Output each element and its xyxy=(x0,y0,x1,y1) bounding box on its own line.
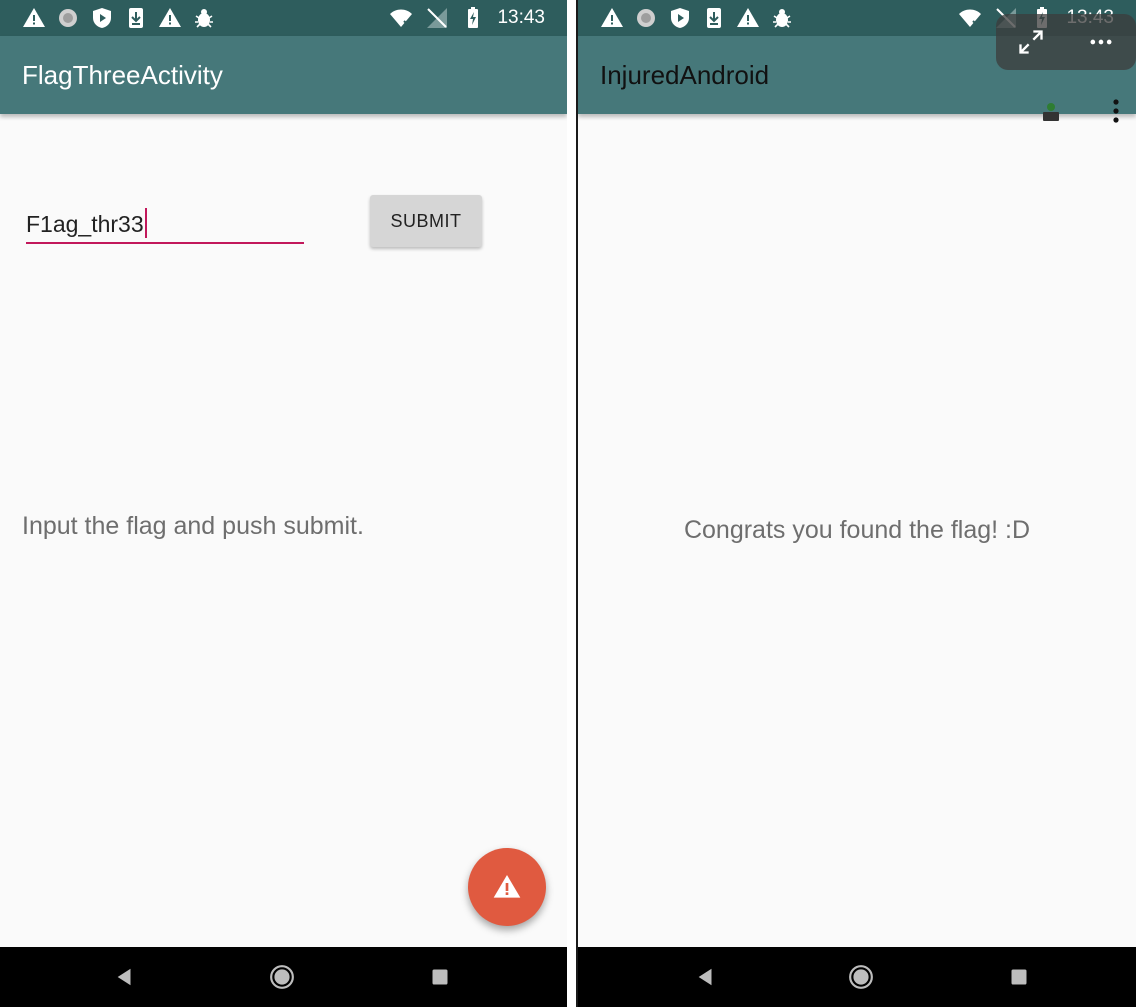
battery-charging-icon xyxy=(468,7,479,28)
download-icon xyxy=(707,8,721,28)
warning-icon xyxy=(159,8,181,27)
home-button[interactable] xyxy=(848,964,874,990)
submit-button[interactable]: SUBMIT xyxy=(370,195,482,247)
recents-button[interactable] xyxy=(427,964,453,990)
status-time: 13:43 xyxy=(497,7,545,28)
more-options-button[interactable] xyxy=(1087,28,1115,56)
fullscreen-icon xyxy=(1019,30,1043,54)
wifi-off-icon xyxy=(959,9,982,28)
back-icon xyxy=(117,968,131,986)
text-cursor xyxy=(144,208,147,238)
back-button[interactable] xyxy=(693,964,719,990)
screen-divider xyxy=(567,0,576,1007)
overflow-menu-icon[interactable] xyxy=(1112,98,1120,124)
warning-icon xyxy=(737,8,759,27)
shield-play-icon xyxy=(93,8,111,28)
sync-circle-icon xyxy=(637,9,655,27)
back-button[interactable] xyxy=(112,964,138,990)
shield-play-icon xyxy=(671,8,689,28)
right-screen: 13:43 InjuredAndroid Congrats you found … xyxy=(576,0,1136,1007)
status-bar: 13:43 xyxy=(0,0,567,36)
no-signal-icon xyxy=(427,8,448,28)
flag-input-value: F1ag_thr33 xyxy=(26,211,144,237)
wifi-off-icon xyxy=(390,9,413,28)
bug-icon xyxy=(773,9,791,28)
recents-icon xyxy=(432,969,448,985)
flag-input[interactable]: F1ag_thr33 xyxy=(26,200,304,244)
fullscreen-button[interactable] xyxy=(1017,28,1045,56)
warning-fab-button[interactable] xyxy=(468,848,546,926)
sync-circle-icon xyxy=(59,9,77,27)
back-icon xyxy=(698,968,712,986)
home-icon xyxy=(849,965,873,989)
instruction-text: Input the flag and push submit. xyxy=(22,512,364,540)
navigation-bar xyxy=(0,947,567,1007)
page-title: InjuredAndroid xyxy=(600,60,770,90)
home-button[interactable] xyxy=(269,964,295,990)
warning-icon xyxy=(493,875,521,898)
success-message: Congrats you found the flag! :D xyxy=(683,516,1031,544)
recents-icon xyxy=(1011,969,1027,985)
bug-icon xyxy=(195,9,213,28)
alert-icon xyxy=(23,8,45,27)
home-icon xyxy=(270,965,294,989)
navigation-bar xyxy=(578,947,1136,1007)
download-icon xyxy=(129,8,143,28)
app-badge-icon xyxy=(1043,103,1059,121)
page-title: FlagThreeActivity xyxy=(22,60,223,90)
left-screen: 13:43 FlagThreeActivity F1ag_thr33 SUBMI… xyxy=(0,0,567,1007)
recents-button[interactable] xyxy=(1006,964,1032,990)
alert-icon xyxy=(601,8,623,27)
app-bar: FlagThreeActivity xyxy=(0,36,567,114)
video-overlay-controls xyxy=(996,14,1136,70)
more-horizontal-icon xyxy=(1090,39,1112,45)
